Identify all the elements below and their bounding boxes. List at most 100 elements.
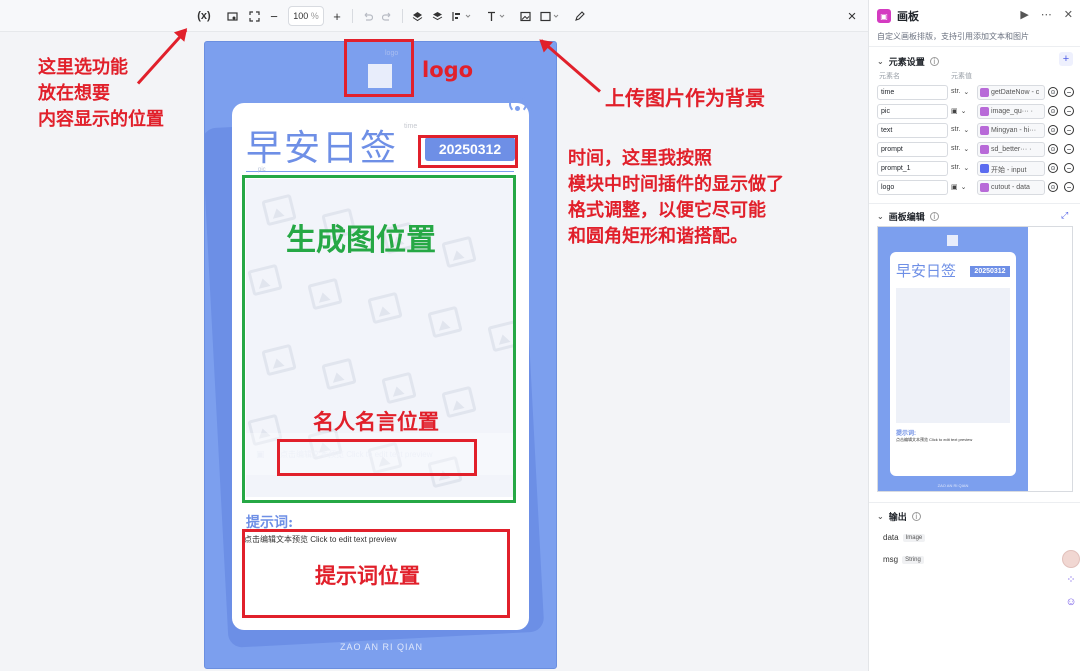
element-row: prompt str. ⌄ sd_better··· · ⊙ − [877,142,1077,157]
remove-icon[interactable]: − [1064,182,1074,192]
select-function-annotation: 这里选功能 放在想要 内容显示的位置 [38,57,164,129]
mini-prompt-text: 点击编辑文本预览 Click to edit text preview [896,437,973,442]
logo-annotation: logo [422,58,474,82]
layers-icon[interactable] [430,8,444,24]
plugin-icon [980,88,989,97]
plugin-icon [980,145,989,154]
canvas-node-icon: ▣ [877,9,891,23]
zoom-out-button[interactable]: − [267,8,281,24]
output-section-header[interactable]: ⌄ 输出 i [877,510,921,523]
remove-icon[interactable]: − [1064,125,1074,135]
expand-icon[interactable]: ⤢ [1061,210,1068,221]
settings-icon[interactable]: ⊙ [1048,125,1058,135]
element-value-label: 开始 - input [991,167,1027,174]
zoom-unit: % [310,11,319,21]
close-canvas-button[interactable]: × [844,8,860,25]
element-value-select[interactable]: sd_better··· · [977,142,1045,157]
element-name-input[interactable]: text [877,123,948,138]
mini-card: 早安日签 20250312 提示词: 点击编辑文本预览 Click to edi… [890,252,1016,476]
mini-logo-icon [947,235,958,246]
settings-icon[interactable]: ⊙ [1048,182,1058,192]
output-row: msg String [883,555,924,564]
generated-image-annotation: 生成图位置 [286,224,436,257]
chevron-down-icon: ⌄ [963,146,970,153]
element-value-select[interactable]: 开始 - input [977,161,1045,176]
image-type-icon: ▣ [951,184,958,191]
element-type-select[interactable]: ▣ ⌄ [951,180,977,195]
element-value-select[interactable]: Mingyan - hi··· [977,123,1045,138]
poster-title[interactable]: 早安日签 [246,119,398,171]
element-value-select[interactable]: getDateNow - c [977,85,1045,100]
element-type-select[interactable]: str. ⌄ [951,123,977,138]
panel-divider [869,502,1080,503]
rect-frame-icon[interactable] [225,8,239,24]
elements-section-title: 元素设置 [888,57,925,67]
elements-section-header[interactable]: ⌄ 元素设置 i [877,55,939,68]
panel-header: ▣ 画板 ▶ ⋯ ✕ [877,8,1077,24]
element-type-select[interactable]: ▣ ⌄ [951,104,977,119]
remove-icon[interactable]: − [1064,144,1074,154]
remove-icon[interactable]: − [1064,106,1074,116]
toolbar-divider [352,9,353,23]
chevron-down-icon: ⌄ [963,127,970,134]
element-name-input[interactable]: prompt [877,142,948,157]
chevron-down-icon: ⌄ [960,108,967,115]
element-row: pic ▣ ⌄ image_qu··· · ⊙ − [877,104,1077,119]
fit-screen-icon[interactable] [247,8,261,24]
image-type-icon: ▣ [951,108,958,115]
canvas-area: logo 早安日签 time 20250312 pic ▣ 点击编辑文本预览 C… [0,28,868,671]
element-row: prompt_1 str. ⌄ 开始 - input ⊙ − [877,161,1077,176]
layer-down-icon[interactable] [410,8,424,24]
panel-divider [869,46,1080,47]
element-value-label: Mingyan - hi··· [991,127,1037,134]
element-name-input[interactable]: prompt_1 [877,161,948,176]
chevron-down-icon: ⌄ [877,57,884,66]
assistant-avatar[interactable] [1062,550,1080,568]
element-type-label: str. [951,145,961,152]
pic-element-label: pic [258,167,266,173]
element-name-input[interactable]: time [877,85,948,100]
quote-highlight-box [277,439,477,476]
element-value-label: cutout - data [991,184,1030,191]
chevron-down-icon: ⌄ [963,165,970,172]
element-name-input[interactable]: pic [877,104,948,119]
settings-icon[interactable]: ⊙ [1048,163,1058,173]
element-value-select[interactable]: cutout - data [977,180,1045,195]
add-element-button[interactable]: + [1059,52,1073,66]
remove-icon[interactable]: − [1064,87,1074,97]
element-value-label: getDateNow - c [991,89,1040,96]
canvas-edit-section-header[interactable]: ⌄ 画板编辑 i [877,210,939,223]
align-icon[interactable] [451,8,473,24]
element-name-input[interactable]: logo [877,180,948,195]
shape-tool-icon[interactable] [539,8,561,24]
output-section-title: 输出 [888,512,907,522]
variable-button[interactable]: (x) [196,8,212,24]
canvas-preview[interactable]: 早安日签 20250312 提示词: 点击编辑文本预览 Click to edi… [877,226,1073,492]
close-panel-icon[interactable]: ✕ [1064,8,1073,21]
undo-icon[interactable] [360,8,374,24]
more-icon[interactable]: ⋯ [1041,8,1052,21]
settings-icon[interactable]: ⊙ [1048,106,1058,116]
element-type-select[interactable]: str. ⌄ [951,142,977,157]
text-tool-icon[interactable] [485,8,507,24]
zoom-in-button[interactable]: + [330,8,344,24]
remove-icon[interactable]: − [1064,163,1074,173]
output-type-tag: String [902,555,924,564]
upload-image-icon[interactable] [518,8,532,24]
mini-prompt-label: 提示词: [896,431,916,437]
chevron-down-icon: ⌄ [877,212,884,221]
settings-icon[interactable]: ⊙ [1048,87,1058,97]
element-value-select[interactable]: image_qu··· · [977,104,1045,119]
mini-footer: ZAO AN RI QIAN [937,483,969,488]
output-name: data [883,533,899,542]
element-type-select[interactable]: str. ⌄ [951,161,977,176]
apps-icon[interactable]: ⁘ [1062,570,1080,588]
chat-bot-icon[interactable]: ☺ [1062,593,1080,611]
run-icon[interactable]: ▶ [1020,8,1028,21]
zoom-input[interactable]: 100 % [288,6,324,26]
settings-icon[interactable]: ⊙ [1048,144,1058,154]
redo-icon[interactable] [380,8,394,24]
element-type-select[interactable]: str. ⌄ [951,85,977,100]
info-icon: i [929,212,939,221]
pen-icon[interactable] [572,8,586,24]
